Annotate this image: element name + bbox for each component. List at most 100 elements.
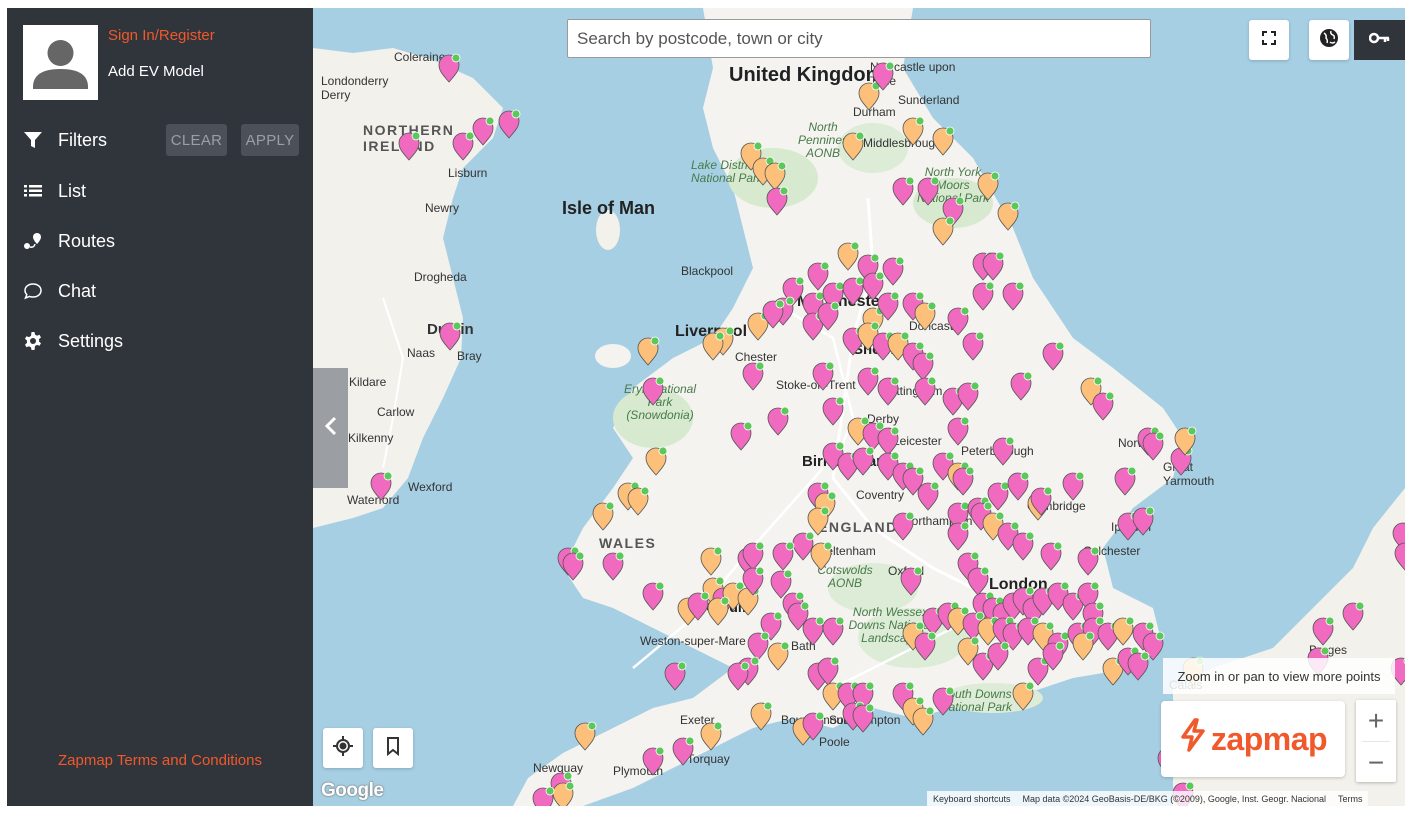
charge-point-pin[interactable]	[370, 471, 393, 501]
charge-point-pin[interactable]	[992, 436, 1015, 466]
map-canvas[interactable]: United Kingdom Isle of Man NORTHERN IREL…	[313, 8, 1405, 806]
charge-point-pin[interactable]	[642, 376, 665, 406]
charge-point-pin[interactable]	[592, 501, 615, 531]
charge-point-pin[interactable]	[947, 416, 970, 446]
charge-point-pin[interactable]	[972, 281, 995, 311]
apply-filters-button[interactable]: APPLY	[241, 124, 299, 156]
charge-point-pin[interactable]	[562, 551, 585, 581]
charge-point-pin[interactable]	[912, 351, 935, 381]
charge-point-pin[interactable]	[812, 361, 835, 391]
charge-point-pin[interactable]	[917, 176, 940, 206]
charge-point-pin[interactable]	[792, 531, 815, 561]
charge-point-pin[interactable]	[822, 396, 845, 426]
charge-point-pin[interactable]	[1002, 281, 1025, 311]
charge-point-pin[interactable]	[398, 131, 421, 161]
charge-point-pin[interactable]	[498, 109, 521, 139]
charge-point-pin[interactable]	[932, 686, 955, 716]
charge-point-pin[interactable]	[702, 331, 725, 361]
charge-point-pin[interactable]	[1092, 391, 1115, 421]
charge-point-pin[interactable]	[767, 406, 790, 436]
charge-point-pin[interactable]	[842, 131, 865, 161]
charge-point-pin[interactable]	[810, 541, 833, 571]
charge-point-pin[interactable]	[730, 421, 753, 451]
charge-point-pin[interactable]	[1112, 616, 1135, 646]
charge-point-pin[interactable]	[645, 446, 668, 476]
charge-point-pin[interactable]	[837, 241, 860, 271]
charge-point-pin[interactable]	[807, 506, 830, 536]
charge-point-pin[interactable]	[902, 116, 925, 146]
collapse-sidebar-button[interactable]	[313, 368, 348, 488]
add-ev-model-link[interactable]: Add EV Model	[108, 63, 204, 80]
charge-point-pin[interactable]	[700, 546, 723, 576]
charge-point-pin[interactable]	[1077, 546, 1100, 576]
charge-point-pin[interactable]	[772, 541, 795, 571]
charge-point-pin[interactable]	[962, 331, 985, 361]
charge-point-pin[interactable]	[914, 301, 937, 331]
charge-point-pin[interactable]	[892, 176, 915, 206]
charge-point-pin[interactable]	[952, 466, 975, 496]
globe-button[interactable]	[1309, 20, 1349, 60]
avatar[interactable]	[23, 25, 98, 100]
charge-point-pin[interactable]	[858, 81, 881, 111]
sidebar-item-chat[interactable]: Chat	[21, 274, 96, 308]
charge-point-pin[interactable]	[1114, 466, 1137, 496]
charge-point-pin[interactable]	[892, 511, 915, 541]
charge-point-pin[interactable]	[1040, 541, 1063, 571]
charge-point-pin[interactable]	[1012, 531, 1035, 561]
charge-point-pin[interactable]	[912, 706, 935, 736]
charge-point-pin[interactable]	[1012, 681, 1035, 711]
charge-point-pin[interactable]	[900, 566, 923, 596]
charge-point-pin[interactable]	[452, 131, 475, 161]
charge-point-pin[interactable]	[947, 306, 970, 336]
sidebar-item-list[interactable]: List	[21, 174, 86, 208]
charge-point-pin[interactable]	[742, 361, 765, 391]
charge-point-pin[interactable]	[957, 381, 980, 411]
charge-point-pin[interactable]	[1132, 506, 1155, 536]
charge-point-pin[interactable]	[1394, 542, 1405, 571]
charge-point-pin[interactable]	[822, 616, 845, 646]
bookmark-button[interactable]	[373, 728, 413, 768]
charge-point-pin[interactable]	[997, 201, 1020, 231]
key-button[interactable]	[1354, 20, 1405, 60]
sidebar-item-settings[interactable]: Settings	[21, 324, 123, 358]
charge-point-pin[interactable]	[532, 786, 555, 806]
charge-point-pin[interactable]	[852, 703, 875, 733]
charge-point-pin[interactable]	[1142, 431, 1165, 461]
charge-point-pin[interactable]	[1007, 471, 1030, 501]
zoom-out-button[interactable]: −	[1356, 742, 1396, 783]
charge-point-pin[interactable]	[664, 661, 687, 691]
charge-point-pin[interactable]	[627, 486, 650, 516]
terms-of-use-link[interactable]: Terms	[1338, 794, 1363, 804]
charge-point-pin[interactable]	[552, 781, 575, 806]
charge-point-pin[interactable]	[747, 631, 770, 661]
charge-point-pin[interactable]	[1062, 471, 1085, 501]
charge-point-pin[interactable]	[750, 701, 773, 731]
charge-point-pin[interactable]	[637, 336, 660, 366]
charge-point-pin[interactable]	[852, 446, 875, 476]
charge-point-pin[interactable]	[857, 366, 880, 396]
charge-point-pin[interactable]	[574, 721, 597, 751]
sidebar-item-routes[interactable]: Routes	[21, 224, 115, 258]
charge-point-pin[interactable]	[672, 736, 695, 766]
charge-point-pin[interactable]	[967, 566, 990, 596]
charge-point-pin[interactable]	[1042, 341, 1065, 371]
charge-point-pin[interactable]	[1342, 601, 1365, 631]
charge-point-pin[interactable]	[932, 216, 955, 246]
charge-point-pin[interactable]	[947, 521, 970, 551]
charge-point-pin[interactable]	[472, 116, 495, 146]
charge-point-pin[interactable]	[914, 376, 937, 406]
charge-point-pin[interactable]	[764, 161, 787, 191]
zoom-in-button[interactable]: +	[1356, 700, 1396, 741]
charge-point-pin[interactable]	[767, 641, 790, 671]
charge-point-pin[interactable]	[914, 631, 937, 661]
charge-point-pin[interactable]	[727, 661, 750, 691]
charge-point-pin[interactable]	[707, 596, 730, 626]
charge-point-pin[interactable]	[700, 721, 723, 751]
charge-point-pin[interactable]	[1072, 631, 1095, 661]
charge-point-pin[interactable]	[917, 481, 940, 511]
charge-point-pin[interactable]	[642, 581, 665, 611]
terms-link[interactable]: Zapmap Terms and Conditions	[7, 752, 313, 769]
charge-point-pin[interactable]	[1010, 371, 1033, 401]
charge-point-pin[interactable]	[882, 256, 905, 286]
charge-point-pin[interactable]	[439, 321, 462, 351]
